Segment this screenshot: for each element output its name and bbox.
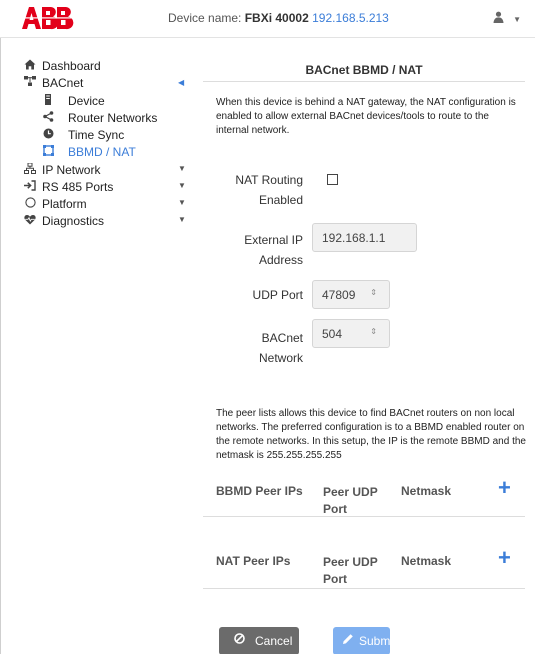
sidebar-item-label: BBMD / NAT — [68, 145, 136, 159]
sidebar-item-label: Dashboard — [42, 59, 101, 73]
device-ip: 192.168.5.213 — [312, 11, 389, 25]
bacnet-network-label: BACnet Network — [258, 331, 303, 365]
sidebar-item-rs485-ports[interactable]: RS 485 Ports ▼ — [0, 179, 200, 196]
port-plug-icon — [24, 180, 36, 194]
bbmd-peer-ips-header: BBMD Peer IPs — [216, 484, 303, 498]
ip-network-icon — [24, 162, 36, 177]
bbmd-peers-table-header: BBMD Peer IPs Peer UDP Port Netmask + — [203, 476, 525, 520]
user-icon[interactable] — [493, 11, 507, 26]
cancel-button-label: Cancel — [255, 634, 293, 648]
sidebar-item-platform[interactable]: Platform ▼ — [0, 196, 200, 213]
title-divider — [203, 81, 525, 82]
submit-button[interactable]: Submit — [333, 627, 396, 654]
sidebar-item-label: Device — [68, 94, 105, 108]
udp-port-label: UDP Port — [252, 288, 303, 302]
sidebar-item-label: IP Network — [42, 163, 101, 177]
bacnet-network-input[interactable]: 504 ⇕ — [312, 319, 390, 348]
top-bar: Device name: FBXi 40002 192.168.5.213 ▼ — [0, 0, 535, 38]
sidebar-item-dashboard[interactable]: Dashboard — [0, 58, 200, 75]
page-title: BACnet BBMD / NAT — [305, 63, 423, 77]
sidebar-item-label: Diagnostics — [42, 214, 105, 228]
external-ip-input[interactable]: 192.168.1.1 — [312, 223, 417, 252]
share-icon — [42, 111, 54, 125]
sidebar-item-label: RS 485 Ports — [42, 180, 114, 194]
pencil-icon — [342, 633, 354, 648]
bbmd-icon — [42, 145, 54, 159]
device-info: Device name: FBXi 40002 192.168.5.213 — [168, 11, 389, 25]
sidebar-item-diagnostics[interactable]: Diagnostics ▼ — [0, 213, 200, 230]
netmask-header: Netmask — [401, 554, 452, 568]
main-panel: BACnet BBMD / NAT When this device is be… — [203, 38, 535, 654]
udp-port-stepper[interactable]: ⇕ — [370, 289, 377, 297]
peer-udp-port-header: Peer UDP Port — [323, 555, 378, 586]
udp-port-input[interactable]: 47809 ⇕ — [312, 280, 390, 309]
add-bbmd-peer-icon[interactable]: + — [498, 477, 511, 499]
device-name: FBXi 40002 — [244, 11, 309, 25]
peer-udp-port-header: Peer UDP Port — [323, 485, 378, 516]
clock-icon — [42, 128, 54, 142]
device-name-label: Device name: — [168, 11, 242, 25]
table-divider — [203, 516, 525, 517]
expand-arrow-icon[interactable]: ▼ — [178, 215, 186, 224]
external-ip-label: External IP Address — [244, 233, 303, 267]
nat-peers-table-header: NAT Peer IPs Peer UDP Port Netmask + — [203, 546, 525, 590]
network-tree-icon — [24, 76, 36, 90]
sidebar-item-label: Router Networks — [68, 111, 158, 125]
sidebar-item-label: Time Sync — [68, 128, 125, 142]
device-icon — [42, 94, 54, 108]
sidebar-item-bacnet[interactable]: BACnet ◀ — [0, 75, 200, 92]
peer-intro-text: The peer lists allows this device to fin… — [216, 408, 526, 461]
abb-logo[interactable] — [22, 6, 74, 30]
chevron-down-icon[interactable]: ▼ — [513, 15, 521, 24]
collapse-arrow-icon[interactable]: ◀ — [178, 78, 184, 87]
nat-routing-label: NAT Routing Enabled — [235, 173, 303, 207]
sidebar-item-time-sync[interactable]: Time Sync — [0, 127, 200, 144]
sidebar-item-device[interactable]: Device — [0, 93, 200, 110]
nat-routing-checkbox[interactable] — [327, 174, 338, 185]
platform-circle-icon — [24, 197, 36, 211]
cancel-icon — [234, 633, 245, 647]
nat-peer-ips-header: NAT Peer IPs — [216, 554, 291, 568]
expand-arrow-icon[interactable]: ▼ — [178, 164, 186, 173]
sidebar-item-label: Platform — [42, 197, 87, 211]
table-divider — [203, 588, 525, 589]
home-icon — [24, 59, 36, 73]
cancel-button[interactable]: Cancel — [219, 627, 299, 654]
add-nat-peer-icon[interactable]: + — [498, 547, 511, 569]
sidebar-item-bbmd-nat[interactable]: BBMD / NAT — [0, 144, 200, 161]
netmask-header: Netmask — [401, 484, 452, 498]
sidebar-item-ip-network[interactable]: IP Network ▼ — [0, 162, 200, 179]
sidebar: Dashboard BACnet ◀ Device Router Network… — [0, 38, 200, 654]
expand-arrow-icon[interactable]: ▼ — [178, 198, 186, 207]
user-menu[interactable]: ▼ — [493, 11, 521, 26]
heartbeat-icon — [24, 214, 36, 228]
bacnet-network-stepper[interactable]: ⇕ — [370, 328, 377, 336]
expand-arrow-icon[interactable]: ▼ — [178, 181, 186, 190]
sidebar-divider — [0, 38, 1, 654]
intro-text: When this device is behind a NAT gateway… — [216, 97, 516, 136]
sidebar-item-label: BACnet — [42, 76, 84, 90]
submit-button-label: Submit — [359, 634, 397, 648]
sidebar-item-router-networks[interactable]: Router Networks — [0, 110, 200, 127]
